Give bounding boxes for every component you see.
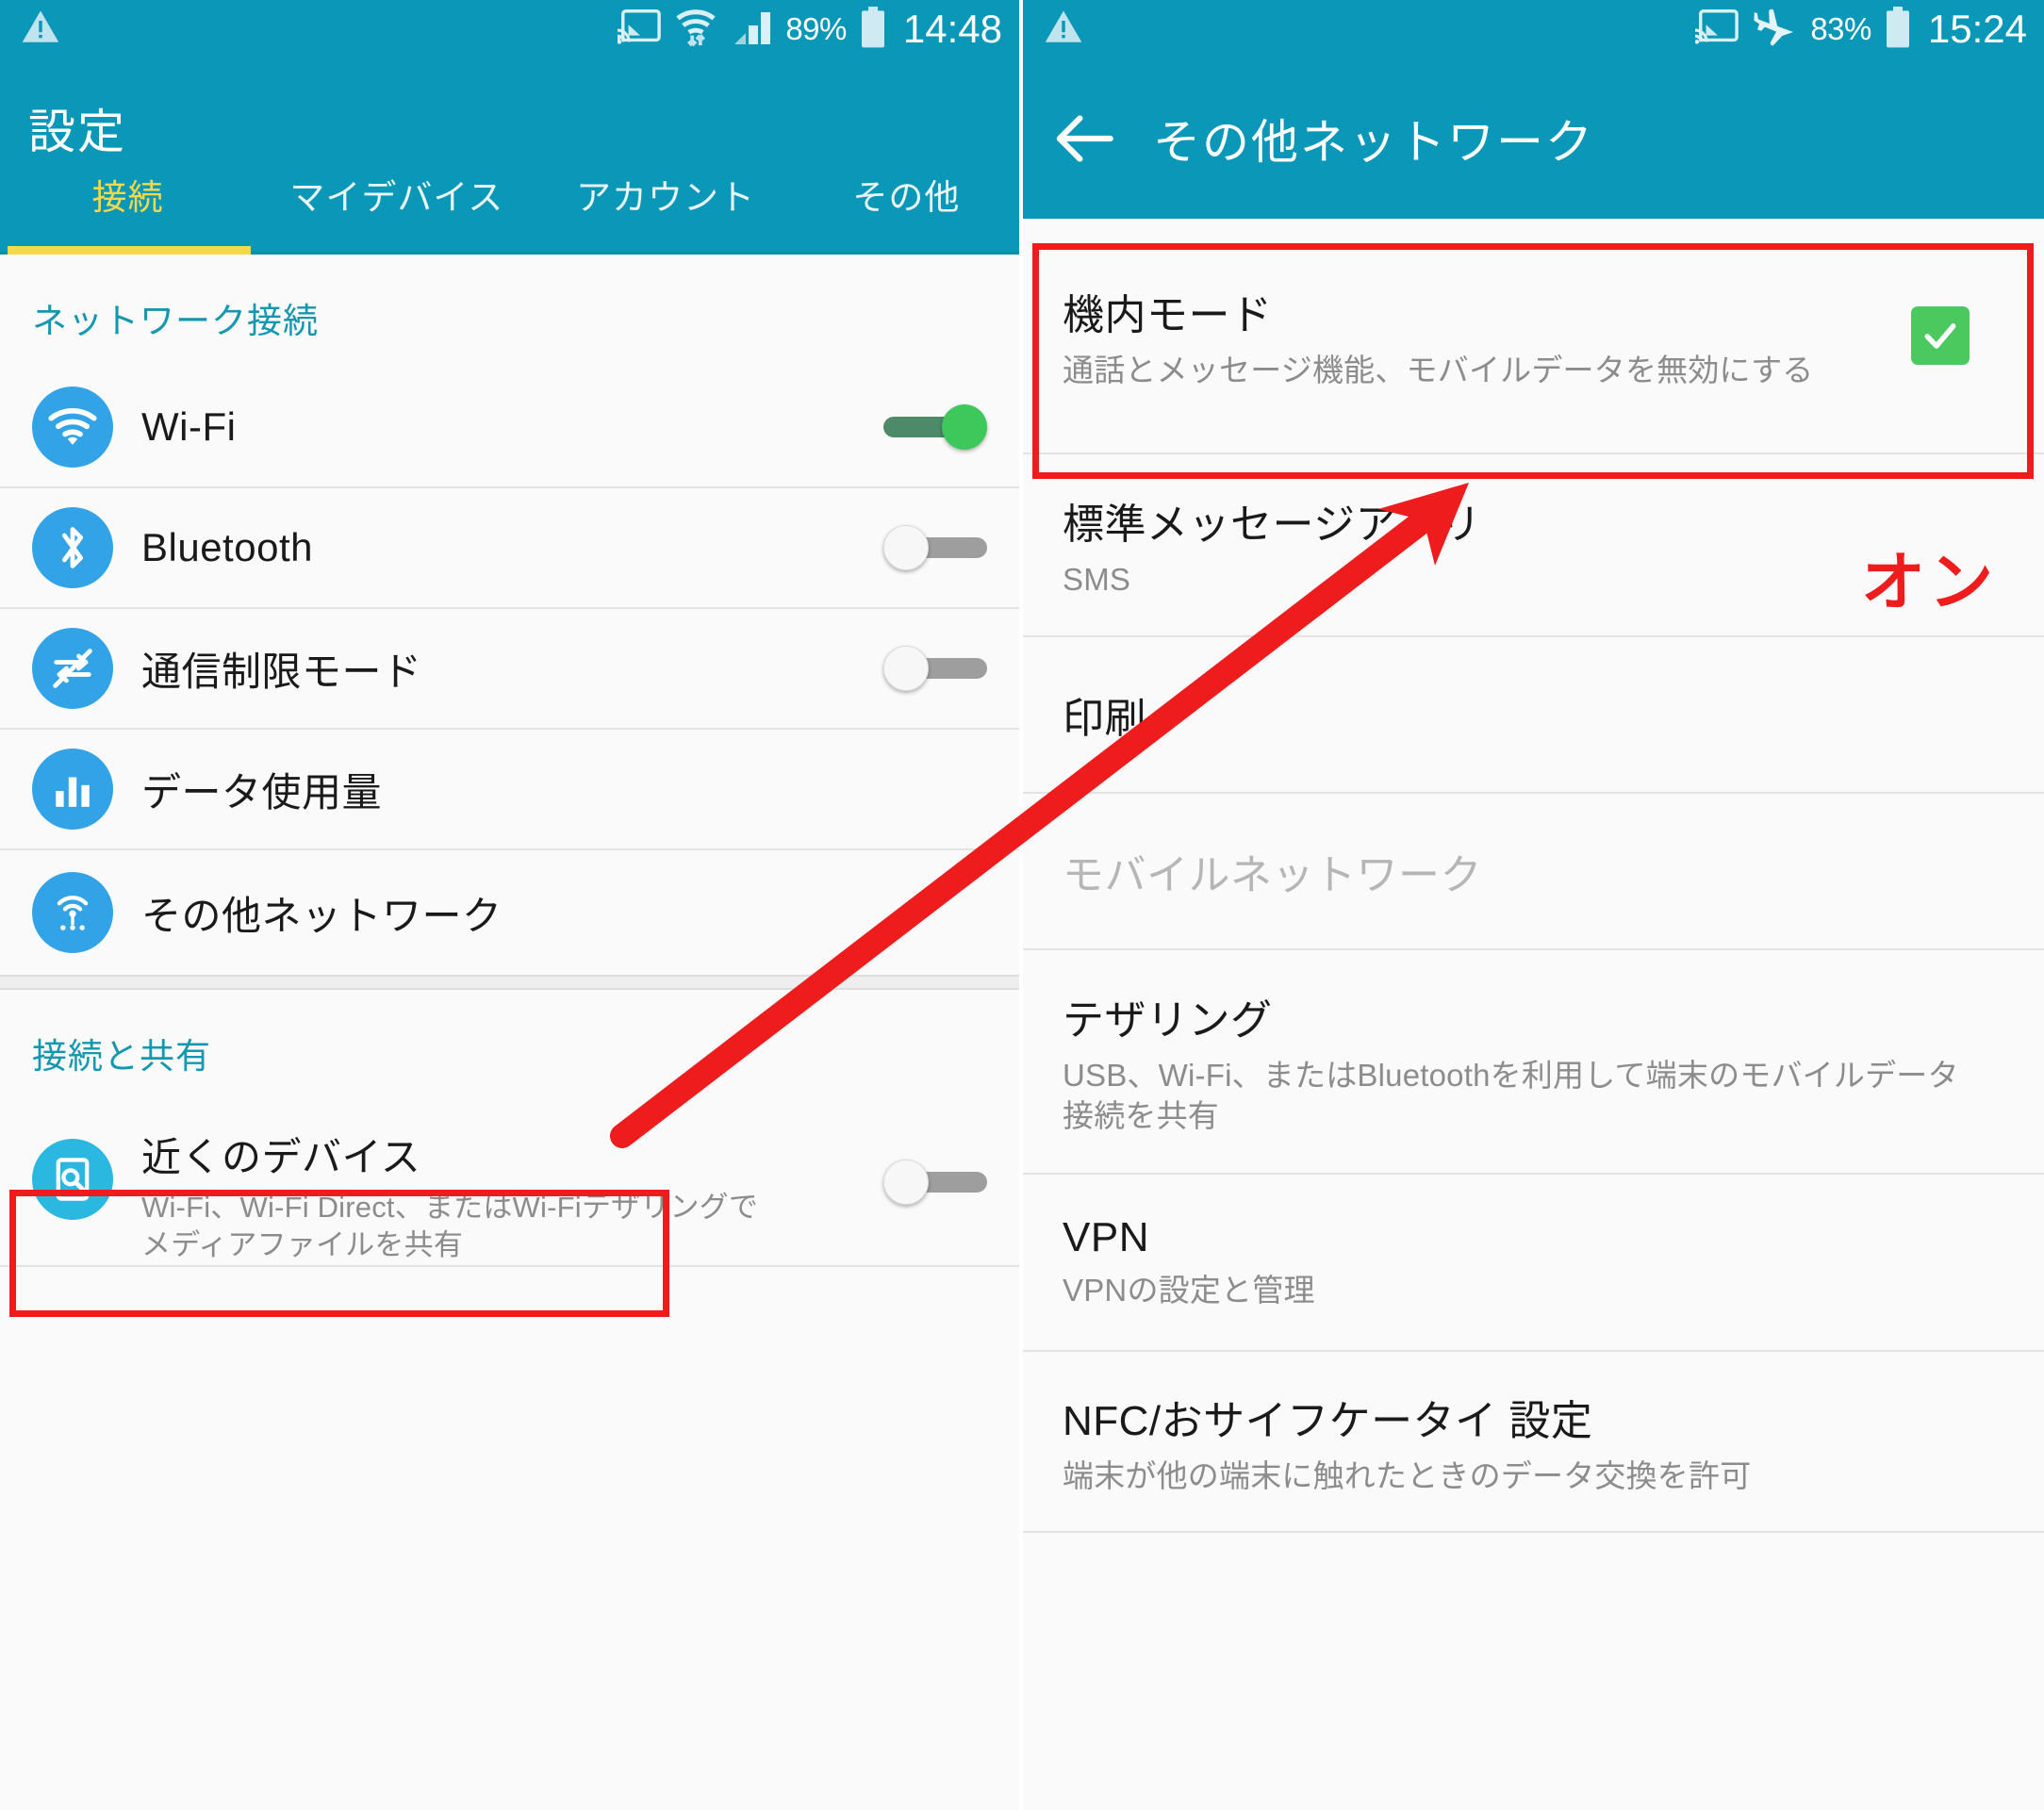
data-restriction-toggle[interactable]: [883, 646, 987, 691]
screenshot-root: 89% 14:48 設定 接続 マイデバイス アカウント その他 ネットワーク接…: [0, 0, 2044, 1810]
list-item-description: Wi-Fi、Wi-Fi Direct、またはWi-Fiテザリングでメディアファイ…: [141, 1191, 759, 1262]
wifi-toggle[interactable]: [883, 404, 987, 450]
list-item-text: 近くのデバイス Wi-Fi、Wi-Fi Direct、またはWi-Fiテザリング…: [141, 1116, 883, 1265]
screen-cast-icon: [610, 8, 662, 51]
list-item-bluetooth[interactable]: Bluetooth: [0, 488, 1019, 607]
list-item-text: データ使用量: [141, 761, 987, 818]
data-usage-icon: [32, 749, 113, 830]
list-item-text: Bluetooth: [141, 525, 883, 570]
page-title: 設定: [28, 106, 126, 158]
list-item-label: 印刷: [1063, 696, 1146, 742]
airplane-mode-checkbox[interactable]: [1911, 306, 1970, 365]
list-item-text: 機内モード 通話とメッセージ機能、モバイルデータを無効にする: [1063, 281, 1892, 391]
right-status-bar: 83% 15:24: [1023, 0, 2044, 58]
tab-connections[interactable]: 接続: [0, 165, 256, 220]
tab-accounts[interactable]: アカウント: [537, 165, 793, 220]
list-item-description: USB、Wi-Fi、またはBluetoothを利用して端末のモバイルデータ接続を…: [1063, 1058, 1959, 1133]
tab-bar: 接続 マイデバイス アカウント その他: [0, 165, 1019, 255]
list-item-text: モバイルネットワーク: [1063, 841, 2012, 901]
battery-icon: [860, 6, 886, 53]
list-item-data-restriction[interactable]: 通信制限モード: [0, 609, 1019, 728]
right-clock: 15:24: [1927, 7, 2027, 51]
list-item-text: VPN VPNの設定と管理: [1063, 1214, 2012, 1311]
list-item-label: 通信制限モード: [141, 649, 422, 694]
toggle-knob: [883, 1160, 929, 1205]
list-item-label: Bluetooth: [141, 525, 313, 569]
list-item-text: テザリング USB、Wi-Fi、またはBluetoothを利用して端末のモバイル…: [1063, 986, 1968, 1137]
toggle-knob: [883, 525, 929, 570]
list-item-label: 機内モード: [1063, 291, 1273, 338]
list-item-label: モバイルネットワーク: [1063, 852, 1482, 898]
right-app-bar: その他ネットワーク: [1023, 58, 2044, 219]
list-item-label: Wi-Fi: [141, 404, 237, 449]
wifi-icon: [32, 387, 113, 468]
list-item-label: データ使用量: [141, 769, 383, 814]
nearby-devices-toggle[interactable]: [883, 1160, 987, 1205]
bluetooth-toggle[interactable]: [883, 525, 987, 570]
list-item-text: 通信制限モード: [141, 640, 883, 698]
other-networks-icon: [32, 872, 113, 953]
left-settings-list: ネットワーク接続 Wi-Fi Bluetooth 通信制限モード データ使用量 …: [0, 255, 1019, 1267]
row-divider: [0, 1264, 1019, 1267]
list-item-tethering[interactable]: テザリング USB、Wi-Fi、またはBluetoothを利用して端末のモバイル…: [1023, 950, 2044, 1173]
list-item-description: 端末が他の端末に触れたときのデータ交換を許可: [1063, 1457, 1752, 1493]
list-item-text: その他ネットワーク: [141, 884, 987, 942]
right-battery-percent: 83%: [1810, 11, 1871, 46]
tab-more[interactable]: その他: [794, 165, 1019, 220]
list-item-description: 通話とメッセージ機能、モバイルデータを無効にする: [1063, 352, 1814, 387]
section-separator: [0, 975, 1019, 990]
list-item-mobile-network[interactable]: モバイルネットワーク: [1023, 794, 2044, 948]
list-item-text: NFC/おサイフケータイ 設定 端末が他の端末に触れたときのデータ交換を許可: [1063, 1387, 2012, 1497]
list-item-nfc-settings[interactable]: NFC/おサイフケータイ 設定 端末が他の端末に触れたときのデータ交換を許可: [1023, 1352, 2044, 1531]
list-item-vpn[interactable]: VPN VPNの設定と管理: [1023, 1175, 2044, 1350]
list-item-text: 印刷: [1063, 684, 2012, 745]
tab-my-device[interactable]: マイデバイス: [256, 165, 537, 220]
list-item-other-networks[interactable]: その他ネットワーク: [0, 850, 1019, 975]
list-item-label: 近くのデバイス: [141, 1135, 421, 1179]
left-status-bar: 89% 14:48: [0, 0, 1019, 58]
cellular-signal-icon: [731, 8, 772, 51]
screen-cast-icon: [1694, 8, 1739, 51]
left-clock: 14:48: [902, 7, 1002, 51]
list-item-description: VPNの設定と管理: [1063, 1272, 1315, 1308]
list-item-label: その他ネットワーク: [141, 893, 503, 938]
battery-icon: [1885, 6, 1911, 53]
bluetooth-icon: [32, 507, 113, 588]
data-restriction-icon: [32, 628, 113, 709]
nearby-devices-icon: [32, 1139, 113, 1220]
list-item-print[interactable]: 印刷: [1023, 637, 2044, 792]
list-item-label: VPN: [1063, 1213, 1149, 1260]
left-app-bar: 設定 接続 マイデバイス アカウント その他: [0, 58, 1019, 255]
warning-triangle-icon: [21, 8, 60, 52]
list-item-wifi[interactable]: Wi-Fi: [0, 368, 1019, 486]
back-arrow-icon[interactable]: [1049, 104, 1119, 173]
airplane-mode-icon: [1752, 7, 1797, 53]
list-item-airplane-mode[interactable]: 機内モード 通話とメッセージ機能、モバイルデータを無効にする: [1023, 219, 2044, 452]
section-header-network-connections: ネットワーク接続: [32, 302, 319, 340]
right-phone-screen: 83% 15:24 その他ネットワーク 機内モード 通話とメッセージ機能、モバイ…: [1023, 0, 2044, 1810]
list-bottom-spacer: [1023, 1533, 2044, 1589]
list-item-label: NFC/おサイフケータイ 設定: [1063, 1397, 1593, 1444]
list-item-label: テザリング: [1063, 997, 1273, 1045]
annotation-on-label: オン: [1860, 547, 1997, 618]
warning-triangle-icon: [1044, 8, 1083, 52]
section-header-connect-and-share: 接続と共有: [32, 1037, 211, 1076]
list-item-nearby-devices[interactable]: 近くのデバイス Wi-Fi、Wi-Fi Direct、またはWi-Fiテザリング…: [0, 1103, 1019, 1265]
left-battery-percent: 89%: [785, 11, 847, 46]
right-settings-list: 機内モード 通話とメッセージ機能、モバイルデータを無効にする 標準メッセージアプ…: [1023, 219, 2044, 1589]
toggle-knob: [942, 404, 987, 450]
list-item-data-usage[interactable]: データ使用量: [0, 730, 1019, 848]
toggle-knob: [883, 646, 929, 691]
wifi-transfer-icon: [674, 8, 717, 52]
active-tab-indicator: [8, 246, 251, 255]
left-phone-screen: 89% 14:48 設定 接続 マイデバイス アカウント その他 ネットワーク接…: [0, 0, 1023, 1810]
right-page-title: その他ネットワーク: [1153, 116, 1594, 169]
list-item-text: Wi-Fi: [141, 404, 883, 450]
